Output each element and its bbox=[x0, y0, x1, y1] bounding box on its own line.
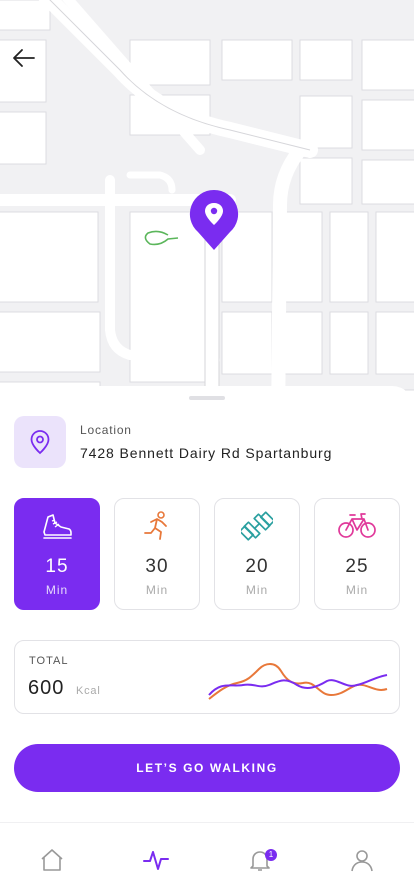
activity-running-value: 30 bbox=[145, 556, 169, 577]
walking-shoe-icon bbox=[15, 509, 99, 543]
activity-walking-unit: Min bbox=[45, 583, 69, 597]
home-icon bbox=[41, 849, 63, 871]
activity-sheet: Location 7428 Bennett Dairy Rd Spartanbu… bbox=[0, 386, 414, 822]
activity-walking-value: 15 bbox=[45, 556, 69, 577]
location-address: 7428 Bennett Dairy Rd Spartanburg bbox=[80, 445, 333, 461]
lets-go-walking-button[interactable]: LET’S GO WALKING bbox=[14, 744, 400, 792]
location-pin-icon bbox=[189, 189, 239, 250]
nav-activity[interactable] bbox=[104, 823, 208, 896]
sheet-handle[interactable] bbox=[189, 396, 225, 400]
total-label: TOTAL bbox=[29, 655, 69, 667]
activity-walking[interactable]: 15 Min bbox=[14, 498, 100, 610]
profile-icon bbox=[351, 850, 373, 872]
activity-workout-value: 20 bbox=[245, 556, 269, 577]
total-unit: Kcal bbox=[76, 685, 101, 697]
activity-cycling[interactable]: 25 Min bbox=[314, 498, 400, 610]
activity-running-unit: Min bbox=[145, 583, 169, 597]
total-value: 600 bbox=[28, 677, 65, 699]
calories-sparkline bbox=[208, 663, 388, 700]
activity-cycling-value: 25 bbox=[345, 556, 369, 577]
nav-home[interactable] bbox=[0, 823, 104, 896]
activity-running[interactable]: 30 Min bbox=[114, 498, 200, 610]
location-pin-icon bbox=[30, 430, 50, 455]
activity-workout-unit: Min bbox=[245, 583, 269, 597]
bottom-navigation: 1 bbox=[0, 822, 414, 896]
activity-options: 15 Min 30 Min 20 Min 25 Min bbox=[14, 498, 400, 610]
nav-notifications[interactable]: 1 bbox=[208, 823, 312, 896]
running-person-icon bbox=[115, 509, 199, 543]
nav-profile[interactable] bbox=[310, 823, 414, 896]
map-location-pin[interactable] bbox=[188, 188, 240, 252]
sparkline-orange bbox=[208, 663, 388, 700]
total-calories-card: TOTAL 600 Kcal bbox=[14, 640, 400, 714]
location-icon-box bbox=[14, 416, 66, 468]
map-view[interactable] bbox=[0, 0, 414, 430]
arrow-left-icon bbox=[13, 49, 35, 67]
sparkline-purple bbox=[208, 674, 388, 696]
activity-workout[interactable]: 20 Min bbox=[214, 498, 300, 610]
back-button[interactable] bbox=[10, 44, 38, 72]
activity-cycling-unit: Min bbox=[345, 583, 369, 597]
dumbbell-icon bbox=[215, 509, 299, 543]
activity-pulse-icon bbox=[143, 851, 169, 870]
bicycle-icon bbox=[315, 509, 399, 543]
notification-badge: 1 bbox=[265, 849, 277, 861]
location-label: Location bbox=[80, 423, 132, 437]
